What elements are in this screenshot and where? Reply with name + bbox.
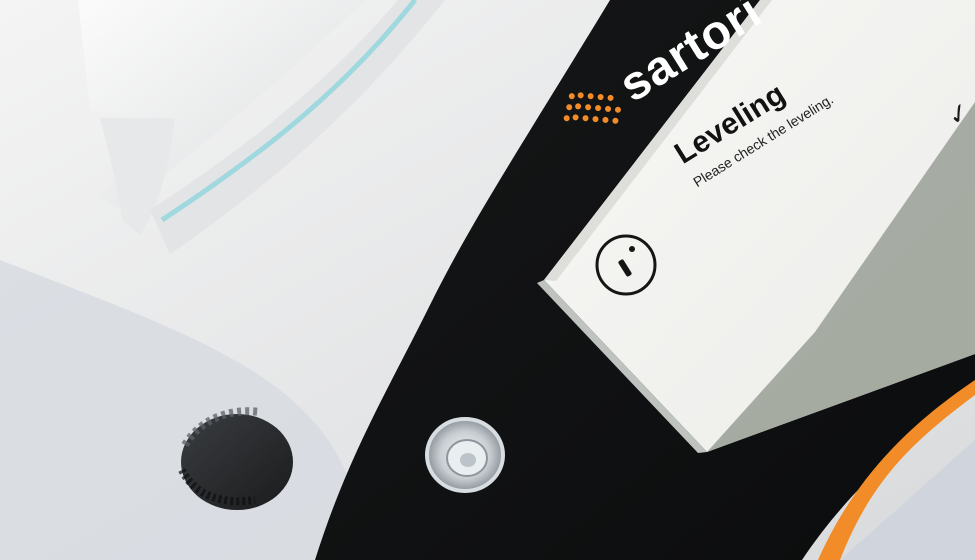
checkmark-icon: ✓: [941, 95, 975, 133]
balance-scene: sartori Leveling Please check the leveli…: [0, 0, 975, 560]
confirm-button[interactable]: ✓: [939, 94, 975, 134]
